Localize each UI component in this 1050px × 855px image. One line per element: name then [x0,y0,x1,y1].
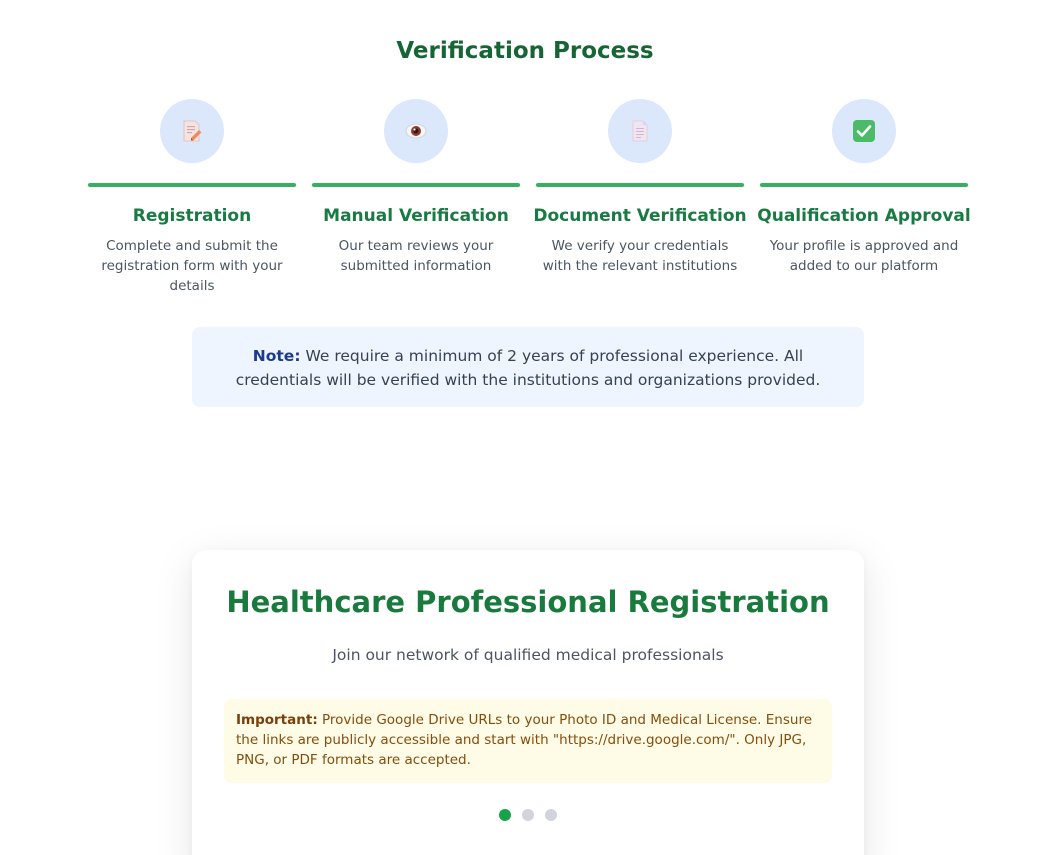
step-bar [312,183,520,187]
step-manual-verification: Manual Verification Our team reviews you… [312,99,520,274]
important-text: Provide Google Drive URLs to your Photo … [236,712,812,768]
step-qualification-approval: Qualification Approval Your profile is a… [757,99,971,274]
step-description: We verify your credentials with the rele… [542,238,738,274]
step-bar [536,183,744,187]
step-icon-circle [608,99,672,163]
step-description: Our team reviews your submitted informat… [338,238,494,274]
experience-note: Note: We require a minimum of 2 years of… [192,327,864,407]
step-indicator [192,806,864,821]
step-icon-circle [832,99,896,163]
registration-card: Healthcare Professional Registration Joi… [192,550,864,855]
step-description: Your profile is approved and added to ou… [769,238,959,274]
eye-icon [405,123,427,139]
step-document-verification: Document Verification We verify your cre… [533,99,747,274]
note-text: We require a minimum of 2 years of profe… [235,347,821,389]
step-dot-3[interactable] [545,809,558,821]
important-notice: Important: Provide Google Drive URLs to … [224,699,832,783]
step-title: Registration [132,206,252,226]
step-bar [760,183,968,187]
verification-steps: Registration Complete and submit the reg… [88,99,971,299]
memo-pencil-icon [183,120,202,142]
verification-title: Verification Process [396,38,654,64]
note-label: Note: [252,347,301,365]
step-icon-circle [160,99,224,163]
check-box-icon [853,120,875,142]
step-title: Document Verification [533,206,747,226]
step-icon-circle [384,99,448,163]
step-registration: Registration Complete and submit the reg… [88,99,296,294]
step-title: Qualification Approval [757,206,971,226]
step-title: Manual Verification [323,206,509,226]
important-label: Important: [236,712,318,728]
step-description: Complete and submit the registration for… [101,238,283,294]
step-dot-1[interactable] [498,809,511,821]
document-icon [632,120,648,142]
registration-title: Healthcare Professional Registration [226,585,830,619]
registration-subtitle: Join our network of qualified medical pr… [332,646,724,664]
step-dot-2[interactable] [522,809,534,821]
step-bar [88,183,296,187]
